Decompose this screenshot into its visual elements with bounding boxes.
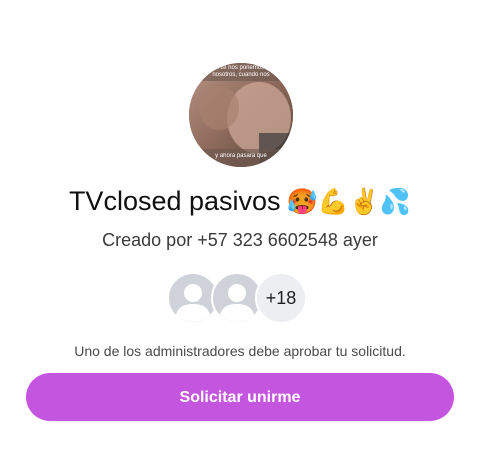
- more-members-badge[interactable]: +18: [255, 272, 307, 324]
- photo-caption-top: Así nos ponemos nosotros, cuando nos dan…: [212, 65, 270, 78]
- group-title-emojis: 🥵💪✌️💦: [286, 187, 412, 216]
- created-by-text: Creado por +57 323 6602548 ayer: [102, 230, 378, 250]
- group-photo: Así nos ponemos nosotros, cuando nos dan…: [189, 63, 293, 167]
- group-title-text: TVclosed pasivos: [68, 186, 281, 216]
- member-avatars[interactable]: +18: [167, 272, 317, 324]
- group-title: TVclosed pasivos 🥵💪✌️💦: [0, 186, 480, 217]
- photo-caption-bottom: y ahora pasara que: [215, 153, 267, 159]
- group-invite-screen: Así nos ponemos nosotros, cuando nos dan…: [0, 0, 480, 454]
- person-silhouette-icon: [175, 284, 211, 322]
- request-join-button[interactable]: Solicitar unirme: [26, 373, 454, 421]
- person-silhouette-icon: [219, 284, 255, 322]
- approval-note: Uno de los administradores debe aprobar …: [74, 343, 406, 359]
